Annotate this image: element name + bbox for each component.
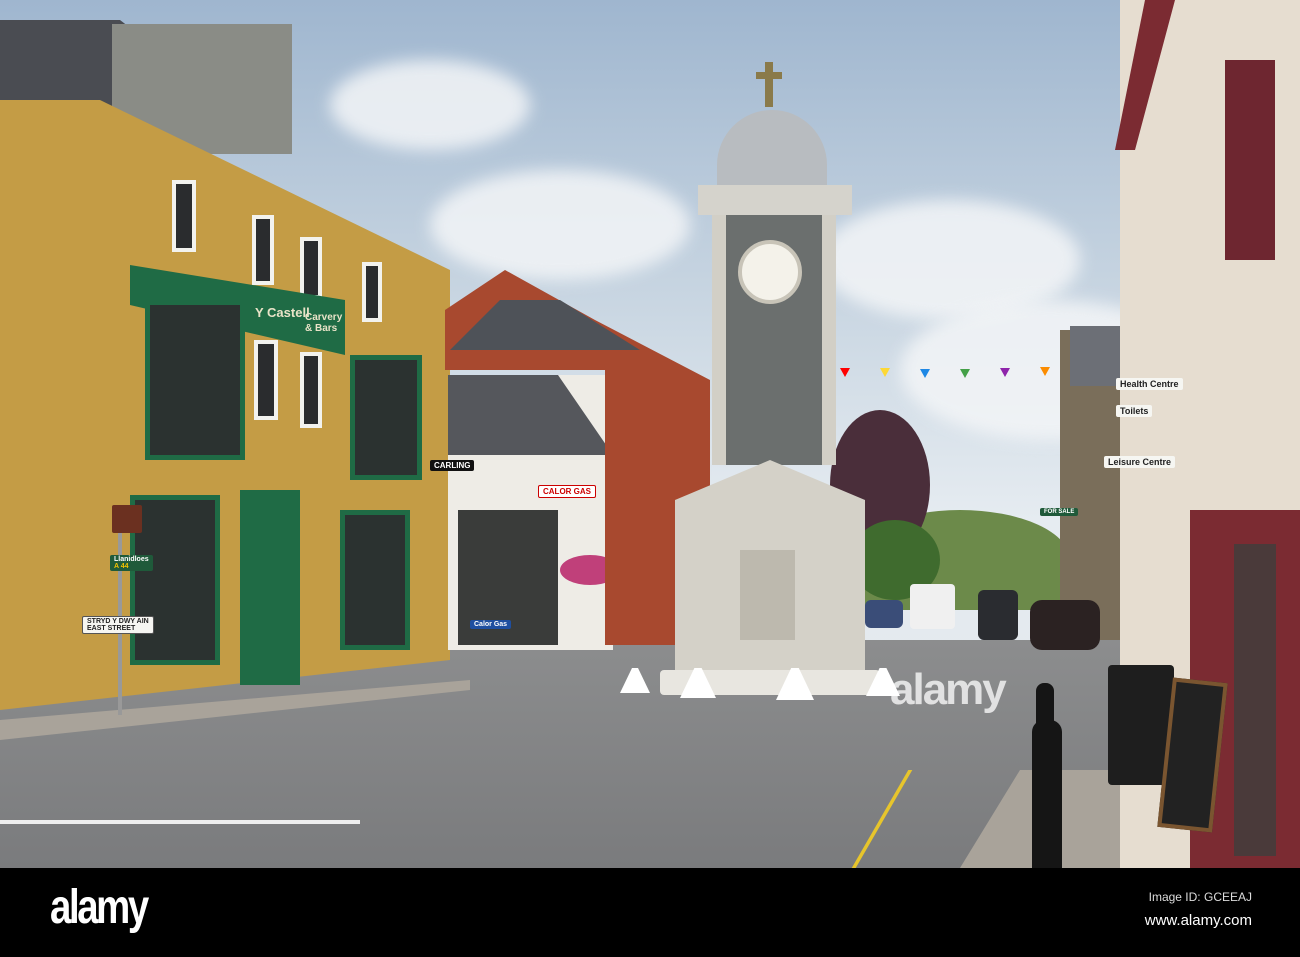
toilets-sign: Toilets <box>1116 405 1153 417</box>
bunting-flag <box>880 368 890 377</box>
bay-window <box>145 300 245 460</box>
window <box>254 340 278 420</box>
carling-sign: CARLING <box>430 460 475 471</box>
shop-window <box>130 495 220 665</box>
watermark-bar: alamy Image ID: GCEEAJ www.alamy.com <box>0 868 1300 957</box>
motorbike <box>1030 600 1100 650</box>
alamy-logo: alamy <box>50 881 149 934</box>
cross-icon-bar <box>756 72 782 79</box>
bay-window <box>350 355 422 480</box>
shop-window <box>340 510 410 650</box>
street-sign-welsh: STRYD Y DWY AIN <box>87 618 149 625</box>
window <box>300 237 322 299</box>
bunting-flag <box>1040 367 1050 376</box>
window-frame <box>1225 60 1275 260</box>
window <box>252 215 274 285</box>
tourist-sign <box>112 505 142 533</box>
pub-sign: Y Castell <box>255 305 310 320</box>
leisure-centre-sign: Leisure Centre <box>1104 456 1176 468</box>
direction-sign-road: A 44 <box>114 563 129 570</box>
direction-sign-text: Llanidloes <box>114 556 149 563</box>
for-sale-sign: FOR SALE <box>1040 508 1079 516</box>
shop-window <box>1230 540 1280 860</box>
bollard <box>1036 683 1054 743</box>
street-sign-english: EAST STREET <box>87 625 136 632</box>
window <box>362 262 382 322</box>
health-centre-sign: Health Centre <box>1116 378 1183 390</box>
door <box>240 490 300 685</box>
alamy-url[interactable]: www.alamy.com <box>1145 912 1252 929</box>
street-name-sign: STRYD Y DWY AIN EAST STREET <box>82 616 154 634</box>
pub-sign-2: Carvery & Bars <box>305 312 343 334</box>
calor-gas-sign: CALOR GAS <box>538 485 596 498</box>
window <box>300 352 322 428</box>
calor-gas-board: Calor Gas <box>470 620 512 629</box>
direction-sign: Llanidloes A 44 <box>110 555 153 571</box>
cloud <box>330 60 530 150</box>
window <box>172 180 196 252</box>
cloud <box>430 170 690 280</box>
tower-dome <box>717 110 827 190</box>
memorial-plaque <box>740 550 795 640</box>
clock-face-icon <box>738 240 802 304</box>
car <box>978 590 1018 640</box>
bunting-flag <box>840 368 850 377</box>
bunting-flag <box>1000 368 1010 377</box>
road-marking <box>0 820 360 824</box>
white-van <box>910 584 955 629</box>
tower-cornice <box>698 185 852 215</box>
bunting-flag <box>920 369 930 378</box>
cross-icon <box>765 62 773 107</box>
center-watermark: alamy <box>890 665 1007 714</box>
sign-pole <box>118 505 122 715</box>
street-photo: Y Castell Carvery & Bars Llanidloes A 44 … <box>0 0 1300 868</box>
bunting-flag <box>960 369 970 378</box>
car <box>865 600 903 628</box>
image-id: Image ID: GCEEAJ <box>1148 890 1252 904</box>
